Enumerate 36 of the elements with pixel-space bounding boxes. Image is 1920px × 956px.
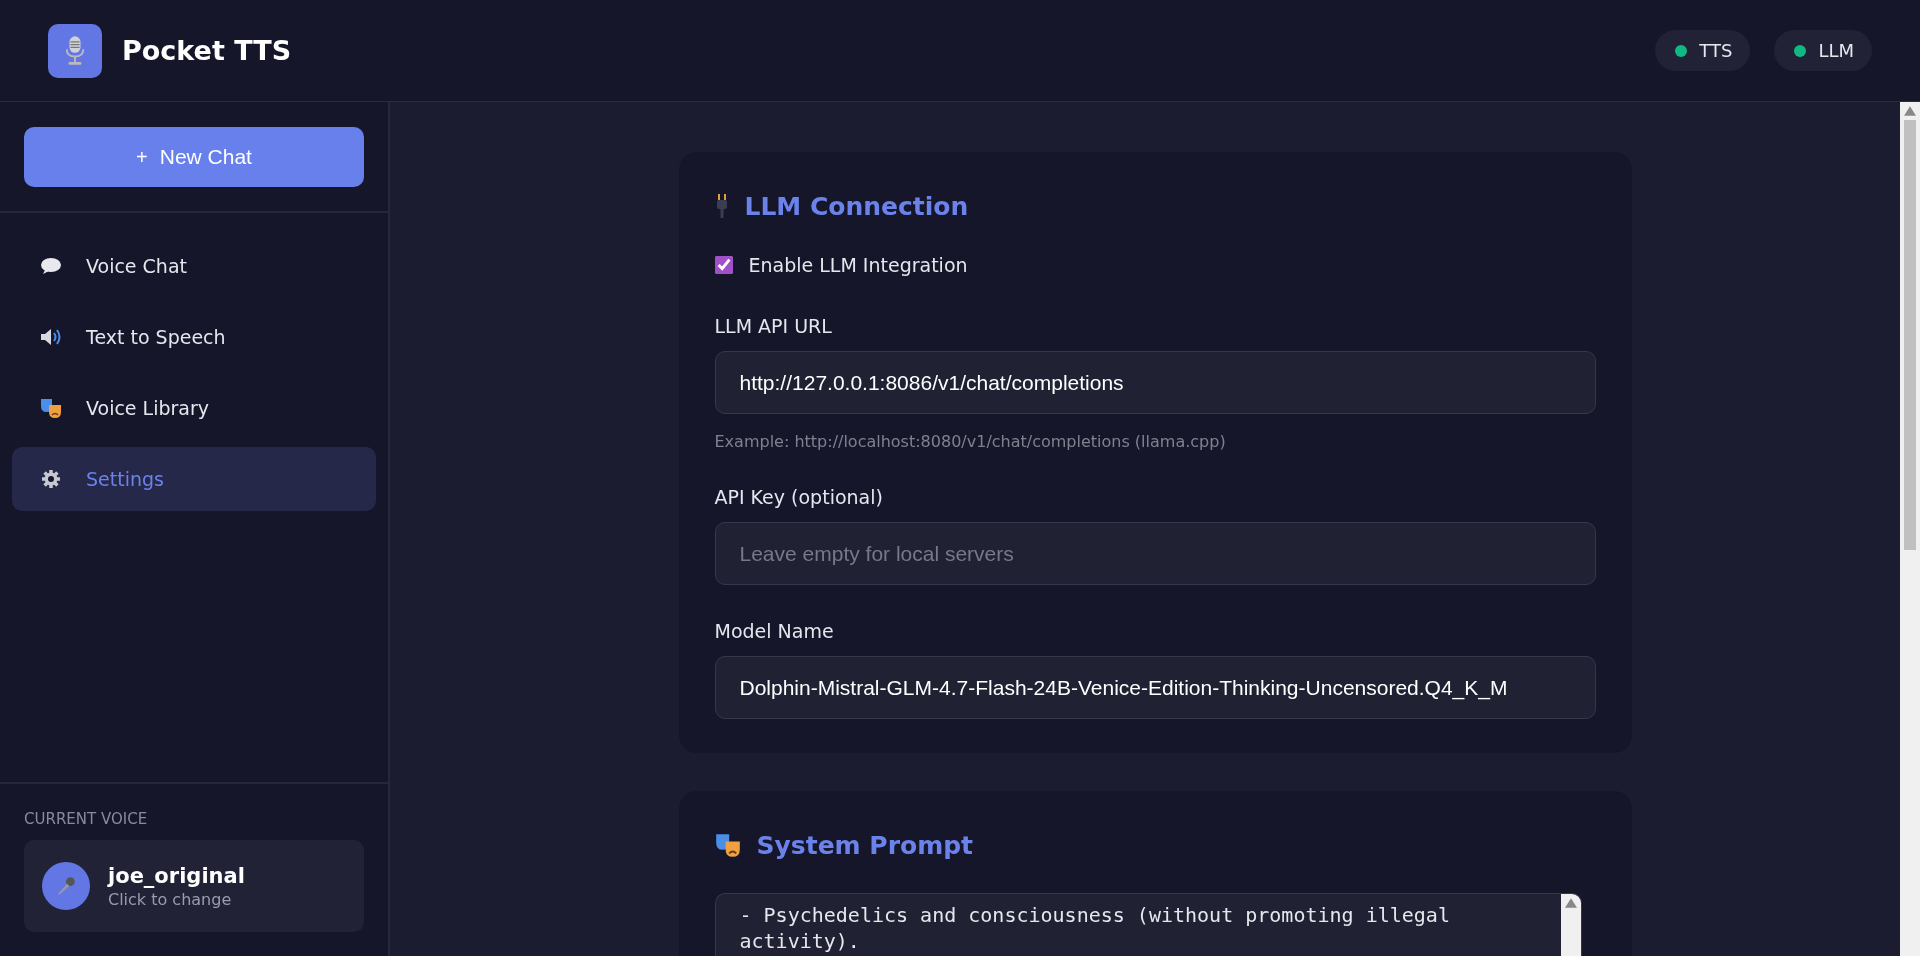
- field-label: API Key (optional): [714, 486, 884, 508]
- status-label: LLM: [1818, 40, 1854, 61]
- input-field[interactable]: Dolphin-Mistral-GLM-4.7-Flash-24B-Venice-Edition-Thinking-Uncensored.Q4_K_M: [714, 656, 1596, 719]
- field-label: Model Name: [714, 620, 835, 642]
- app-title: Pocket TTS: [122, 35, 292, 66]
- section-title: LLM Connection: [744, 191, 969, 221]
- voice-hint: Click to change: [108, 889, 233, 909]
- scrollbar[interactable]: [1560, 894, 1581, 956]
- input-field[interactable]: http://127.0.0.1:8086/v1/chat/completions: [714, 351, 1596, 414]
- theater-masks-icon: [714, 833, 741, 857]
- new-chat-button[interactable]: + New Chat: [24, 127, 364, 187]
- theater-masks-icon: [40, 398, 62, 418]
- nav-item[interactable]: Voice Chat: [12, 234, 376, 298]
- plug-icon: [714, 193, 729, 219]
- checkbox-label: Enable LLM Integration: [748, 254, 968, 276]
- current-voice-card[interactable]: joe_original Click to change: [24, 840, 364, 932]
- help-text: Example: http://localhost:8080/v1/chat/completions (llama.cpp): [714, 432, 1227, 451]
- microphone-avatar-icon: [42, 862, 90, 910]
- scroll-up-arrow-icon[interactable]: [1904, 106, 1916, 116]
- section-label: CURRENT VOICE: [24, 810, 149, 828]
- nav-item[interactable]: Text to Speech: [12, 305, 376, 369]
- speech-bubble-icon: [40, 256, 62, 276]
- voice-name: joe_original: [108, 863, 245, 888]
- section-title: System Prompt: [756, 830, 974, 860]
- scrollbar[interactable]: [1900, 102, 1920, 956]
- status-label: TTS: [1699, 40, 1733, 61]
- microphone-logo-icon: [48, 23, 102, 78]
- field-label: LLM API URL: [714, 315, 833, 337]
- nav-item[interactable]: Voice Library: [12, 376, 376, 440]
- prompt-text-area[interactable]: - Psychedelics and consciousness (without promoting illegal activity).: [714, 893, 1582, 956]
- nav-item[interactable]: Settings: [12, 447, 376, 511]
- scroll-up-arrow-icon[interactable]: [1564, 898, 1577, 908]
- checkbox[interactable]: [714, 256, 733, 274]
- input-field[interactable]: Leave empty for local servers: [714, 522, 1596, 585]
- settings-icon: [40, 469, 62, 489]
- speaker-icon: [40, 327, 62, 347]
